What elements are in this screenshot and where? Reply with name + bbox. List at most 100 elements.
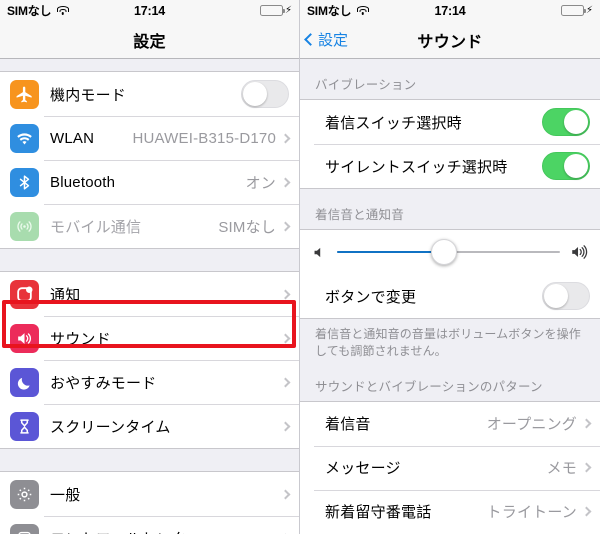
chevron-right-icon (280, 333, 291, 343)
row-accessory: トライトーン (487, 501, 600, 522)
row-accessory: メモ (547, 457, 600, 478)
row-vibrate-on-silent[interactable]: サイレントスイッチ選択時 (300, 144, 600, 188)
sidebar-item-control-center[interactable]: コントロールセンター (0, 516, 299, 534)
patterns-group: 着信音 オープニング メッセージ メモ 新着留守番電話 トライトーン (300, 400, 600, 534)
bluetooth-value: オン (245, 174, 276, 192)
row-change-with-buttons[interactable]: ボタンで変更 (300, 274, 600, 318)
row-label: ボタンで変更 (325, 288, 417, 306)
row-accessory (241, 80, 299, 108)
settings-group-notifications: 通知 サウンド おやすみモード スクリーンタイム (0, 271, 299, 449)
sidebar-item-label: 通知 (50, 286, 81, 304)
clock-label: 17:14 (134, 3, 165, 18)
chevron-left-icon (304, 33, 317, 46)
sidebar-item-label: おやすみモード (50, 374, 157, 392)
chevron-right-icon (280, 289, 291, 299)
sidebar-item-airplane-mode[interactable]: 機内モード (0, 72, 299, 116)
ringer-section-footer: 着信音と通知音の音量はボリュームボタンを操作しても調節されません。 (300, 319, 600, 361)
sidebar-item-sounds[interactable]: サウンド (0, 316, 299, 360)
bluetooth-icon (10, 167, 39, 197)
volume-slider[interactable] (337, 239, 560, 265)
hourglass-icon (10, 411, 39, 441)
sidebar-item-label: コントロールセンター (50, 528, 202, 534)
ringer-group: ボタンで変更 (300, 229, 600, 319)
row-accessory (280, 377, 299, 387)
wifi-icon (10, 123, 39, 153)
row-accessory (542, 108, 600, 136)
row-new-voicemail[interactable]: 新着留守番電話 トライトーン (300, 489, 600, 534)
vibrate-on-silent-toggle[interactable] (542, 152, 590, 180)
row-value: メモ (546, 460, 577, 478)
chevron-right-icon (280, 489, 291, 499)
sidebar-item-general[interactable]: 一般 (0, 472, 299, 516)
ringer-volume-row[interactable] (300, 230, 600, 274)
row-accessory (280, 289, 299, 299)
airplane-mode-toggle[interactable] (241, 80, 289, 108)
row-label: サイレントスイッチ選択時 (325, 158, 508, 176)
settings-list[interactable]: 機内モード WLAN HUAWEI-B315-D170 Bluetooth オン… (0, 59, 299, 534)
patterns-section-header: サウンドとバイブレーションのパターン (300, 360, 600, 401)
nav-bar-left: 設定 (0, 21, 299, 59)
settings-group-general: 一般 コントロールセンター (0, 471, 299, 534)
sidebar-item-bluetooth[interactable]: Bluetooth オン (0, 160, 299, 204)
row-vibrate-on-ring[interactable]: 着信スイッチ選択時 (300, 100, 600, 144)
wlan-value: HUAWEI-B315-D170 (132, 129, 276, 147)
ringer-section-header: 着信音と通知音 (300, 189, 600, 229)
sidebar-item-cellular[interactable]: モバイル通信 SIMなし (0, 204, 299, 248)
nav-bar-right: 設定 サウンド (300, 21, 600, 59)
row-accessory (280, 421, 299, 431)
row-accessory: HUAWEI-B315-D170 (132, 130, 299, 147)
vibration-section-header: バイブレーション (300, 59, 600, 99)
chevron-right-icon (280, 177, 291, 187)
back-button-label: 設定 (318, 32, 349, 49)
vibration-group: 着信スイッチ選択時 サイレントスイッチ選択時 (300, 99, 600, 189)
vibrate-on-ring-toggle[interactable] (542, 108, 590, 136)
airplane-icon (10, 79, 39, 109)
row-label: 着信音 (325, 416, 371, 434)
chevron-right-icon (280, 221, 291, 231)
speaker-low-icon (311, 244, 328, 261)
sound-settings-screen: SIMなし 17:14 ⚡ 設定 サウンド バイブレーション 着信スイッチ選択時… (299, 0, 600, 534)
row-accessory: SIMなし (218, 216, 299, 237)
sound-icon (10, 323, 39, 353)
list-spacer (0, 59, 299, 71)
row-accessory (542, 152, 600, 180)
change-with-buttons-toggle[interactable] (542, 282, 590, 310)
control-center-icon (10, 523, 39, 534)
row-text-tone[interactable]: メッセージ メモ (300, 445, 600, 490)
settings-group-connectivity: 機内モード WLAN HUAWEI-B315-D170 Bluetooth オン… (0, 71, 299, 249)
row-accessory (280, 489, 299, 499)
sidebar-item-label: WLAN (50, 129, 95, 147)
sound-settings-list[interactable]: バイブレーション 着信スイッチ選択時 サイレントスイッチ選択時 着信音と通知音 (300, 59, 600, 534)
back-button[interactable]: 設定 (300, 29, 348, 50)
battery-icon (560, 5, 586, 16)
page-title: 設定 (133, 33, 166, 51)
sidebar-item-label: サウンド (50, 330, 111, 348)
chevron-right-icon (280, 133, 291, 143)
chevron-right-icon (280, 377, 291, 387)
sidebar-item-screen-time[interactable]: スクリーンタイム (0, 404, 299, 448)
dual-screenshot-container: SIMなし 17:14 ⚡ 設定 機内モード WLAN HUAWEI-B315-… (0, 0, 600, 534)
cellular-value: SIMなし (218, 218, 276, 236)
status-bar-right: SIMなし 17:14 ⚡ (300, 0, 600, 21)
row-accessory: オープニング (487, 413, 600, 434)
sidebar-item-label: 一般 (50, 486, 81, 504)
sidebar-item-notifications[interactable]: 通知 (0, 272, 299, 316)
row-value: トライトーン (486, 504, 577, 522)
chevron-right-icon (581, 462, 592, 473)
row-accessory (542, 282, 600, 310)
row-value: オープニング (486, 416, 577, 434)
settings-screen: SIMなし 17:14 ⚡ 設定 機内モード WLAN HUAWEI-B315-… (0, 0, 299, 534)
row-ringtone[interactable]: 着信音 オープニング (300, 401, 600, 446)
cellular-icon (10, 211, 39, 241)
list-spacer (0, 449, 299, 471)
sidebar-item-label: スクリーンタイム (50, 418, 171, 436)
chevron-right-icon (581, 418, 592, 429)
status-bar-left: SIMなし 17:14 ⚡ (0, 0, 299, 21)
sidebar-item-label: 機内モード (50, 86, 127, 104)
sidebar-item-wlan[interactable]: WLAN HUAWEI-B315-D170 (0, 116, 299, 160)
row-accessory: オン (246, 172, 299, 193)
clock-label: 17:14 (434, 3, 466, 18)
sidebar-item-label: モバイル通信 (50, 218, 142, 236)
sidebar-item-do-not-disturb[interactable]: おやすみモード (0, 360, 299, 404)
row-accessory (280, 333, 299, 343)
